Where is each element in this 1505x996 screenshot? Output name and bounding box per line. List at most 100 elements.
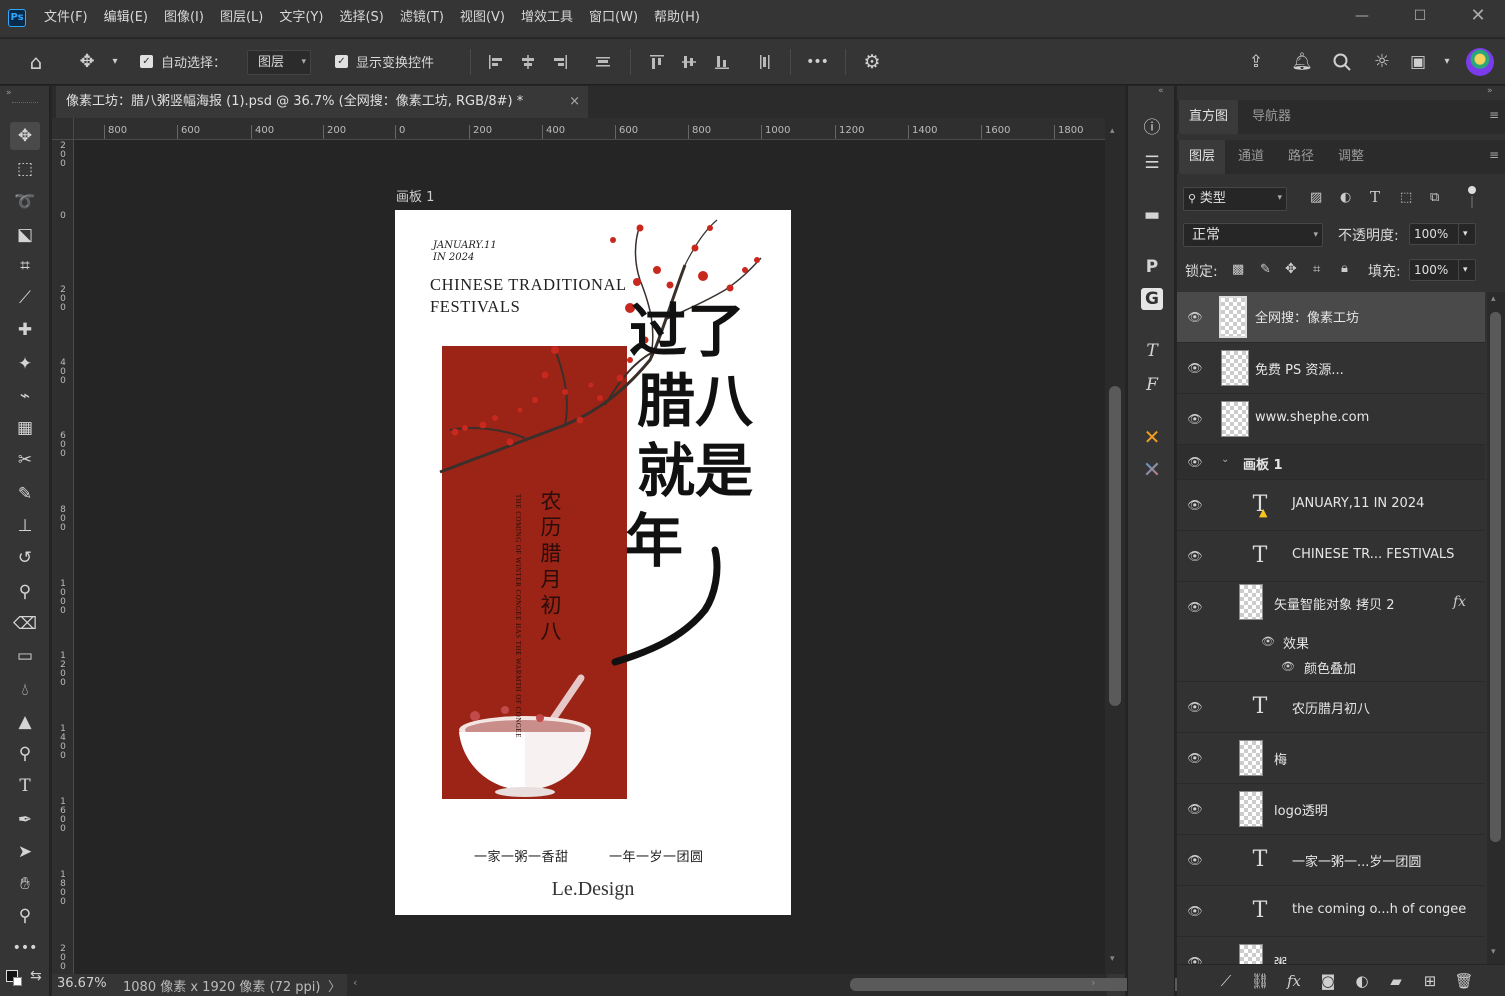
visibility-eye-icon[interactable]: 👁︎ [1261,635,1275,648]
object-select-tool-icon[interactable]: ⬕ [10,221,40,249]
more-tools-icon[interactable]: ••• [10,934,40,962]
more-options-icon[interactable]: ••• [806,51,829,73]
visibility-eye-icon[interactable]: 👁︎ [1187,498,1203,512]
filter-adjustment-icon[interactable]: ◐ [1340,190,1351,205]
layer-row[interactable]: 👁︎ T CHINESE TR... FESTIVALS [1177,531,1485,582]
visibility-eye-icon[interactable]: 👁︎ [1187,700,1203,714]
grip[interactable] [12,102,38,105]
lock-all-icon[interactable]: 🔒︎ [1341,261,1348,276]
layers-scroll-thumb[interactable] [1490,312,1501,842]
menu-help[interactable]: 帮助(H) [646,0,708,38]
layer-name[interactable]: 全网搜：像素工坊 [1255,307,1359,326]
layer-name[interactable]: JANUARY,11 IN 2024 [1292,496,1424,511]
trash-icon[interactable]: 🗑︎ [1453,971,1475,991]
patch-tool-icon[interactable]: ⌁ [10,382,40,410]
horizontal-scrollbar[interactable]: ‹ › [347,974,1186,996]
maximize-icon[interactable]: ☐ [1405,6,1435,26]
layer-row[interactable]: 👁︎ T the coming o...h of congee [1177,886,1485,937]
history-brush-tool-icon[interactable]: ↺ [10,544,40,572]
artboard-label[interactable]: 画板 1 [396,186,434,205]
visibility-eye-icon[interactable]: 👁︎ [1187,310,1203,324]
effects-label[interactable]: 效果 [1283,633,1309,652]
status-menu-icon[interactable]: 〉 [328,976,341,995]
layer-name[interactable]: 一家一粥一...岁一团圆 [1292,851,1421,870]
opacity-chevron-icon[interactable]: ▾ [1458,223,1476,245]
background-color-swatch[interactable] [13,977,22,986]
layer-name[interactable]: CHINESE TR... FESTIVALS [1292,547,1454,562]
stamp-tool-icon[interactable]: ⊥ [10,512,40,540]
brush-tool-icon[interactable]: ✎ [10,480,40,508]
panel-menu-icon[interactable]: ≡ [1489,108,1499,122]
fill-input[interactable]: 100% [1409,259,1463,281]
opacity-input[interactable]: 100% [1409,223,1463,245]
sharpen-tool-icon[interactable]: ▲ [10,708,40,736]
spot-healing-tool-icon[interactable]: ✚ [10,316,40,344]
marquee-tool-icon[interactable]: ⬚ [10,155,40,183]
horizontal-ruler[interactable]: 800 600 400 200 0 200 400 600 800 1000 1… [74,118,1105,140]
new-group-icon[interactable]: ▰ [1385,971,1407,991]
align-left-icon[interactable] [487,53,505,71]
filter-smart-object-icon[interactable]: ⧉ [1430,190,1439,205]
menu-image[interactable]: 图像(I) [156,0,212,38]
align-top-icon[interactable] [648,53,666,71]
info-icon[interactable]: ⓘ [1139,115,1165,141]
minimize-icon[interactable]: — [1347,6,1377,26]
add-style-icon[interactable]: fx [1283,971,1305,991]
pen-tool-icon[interactable]: ✒ [10,806,40,834]
zoom-tool-icon[interactable]: ⚲ [10,902,40,930]
visibility-eye-icon[interactable]: 👁︎ [1187,853,1203,867]
ruler-origin[interactable] [52,118,74,140]
auto-select-checkbox[interactable]: ✓ [140,55,153,68]
move-tool-icon[interactable]: ✥ [76,51,98,73]
properties-icon[interactable]: ☰ [1139,150,1165,176]
share-icon[interactable]: ⇪ [1245,51,1267,73]
plugin-g-icon[interactable]: G [1141,288,1163,310]
scroll-down-icon[interactable]: ▾ [1491,947,1496,957]
chevron-down-icon[interactable]: ▾ [1436,51,1458,73]
menu-type[interactable]: 文字(Y) [271,0,331,38]
healing-brush-tool-icon[interactable]: ✦ [10,350,40,378]
lock-transparent-icon[interactable]: ▩ [1232,262,1244,277]
align-middle-v-icon[interactable] [680,53,698,71]
move-tool-icon[interactable]: ✥ [10,122,40,150]
chevron-down-icon[interactable]: ▾ [104,51,126,73]
mixer-brush-tool-icon[interactable]: ⚲ [10,578,40,606]
new-adjustment-layer-icon[interactable]: ◐ [1351,971,1373,991]
layer-row[interactable]: 👁︎ 梅 [1177,733,1485,784]
menu-filter[interactable]: 滤镜(T) [392,0,452,38]
tab-channels[interactable]: 通道 [1228,140,1274,174]
scroll-up-icon[interactable]: ▴ [1110,126,1115,136]
home-icon[interactable]: ⌂ [25,51,47,73]
tab-paths[interactable]: 路径 [1278,140,1324,174]
add-mask-icon[interactable]: ◙ [1317,971,1339,991]
layer-name[interactable]: logo透明 [1274,800,1328,819]
swap-colors-icon[interactable]: ⇆ [30,968,42,984]
gear-icon[interactable]: ⚙ [861,51,883,73]
brush-adjust-icon[interactable]: ⟋ [1215,971,1237,991]
glyphs-panel-icon[interactable]: F [1139,372,1165,398]
scroll-down-icon[interactable]: ▾ [1110,954,1115,964]
align-bottom-icon[interactable] [713,53,731,71]
lock-position-icon[interactable]: ✥ [1285,261,1297,277]
lasso-tool-icon[interactable]: ➰ [10,188,40,216]
filter-type-icon[interactable]: T [1370,188,1380,206]
close-window-icon[interactable]: ✕ [1463,6,1493,26]
collapse-icon[interactable]: » [1487,86,1493,96]
menu-edit[interactable]: 编辑(E) [96,0,156,38]
eraser-tool-icon[interactable]: ⌫ [10,610,40,638]
panel-menu-icon[interactable]: ≡ [1489,148,1499,162]
blur-tool-icon[interactable]: 💧︎ [10,676,40,704]
layer-filter-dropdown[interactable]: ⚲ 类型 ▾ [1183,187,1287,211]
filter-shape-icon[interactable]: ⬚ [1400,190,1412,205]
blend-mode-dropdown[interactable]: 正常 ▾ [1183,223,1323,247]
plugin-x-color-icon[interactable]: ✕ [1139,458,1165,484]
layer-name[interactable]: 梅 [1274,749,1287,768]
layer-row[interactable]: 👁︎ 免费 PS 资源... [1177,343,1485,394]
align-center-h-icon[interactable] [519,53,537,71]
visibility-eye-icon[interactable]: 👁︎ [1281,660,1295,673]
visibility-eye-icon[interactable]: 👁︎ [1187,361,1203,375]
zoom-level[interactable]: 36.67% [57,976,107,991]
link-layers-icon[interactable]: ⛓ [1249,971,1271,991]
tab-layers[interactable]: 图层 [1179,140,1226,174]
bell-icon[interactable]: 🔔︎ [1291,51,1313,73]
